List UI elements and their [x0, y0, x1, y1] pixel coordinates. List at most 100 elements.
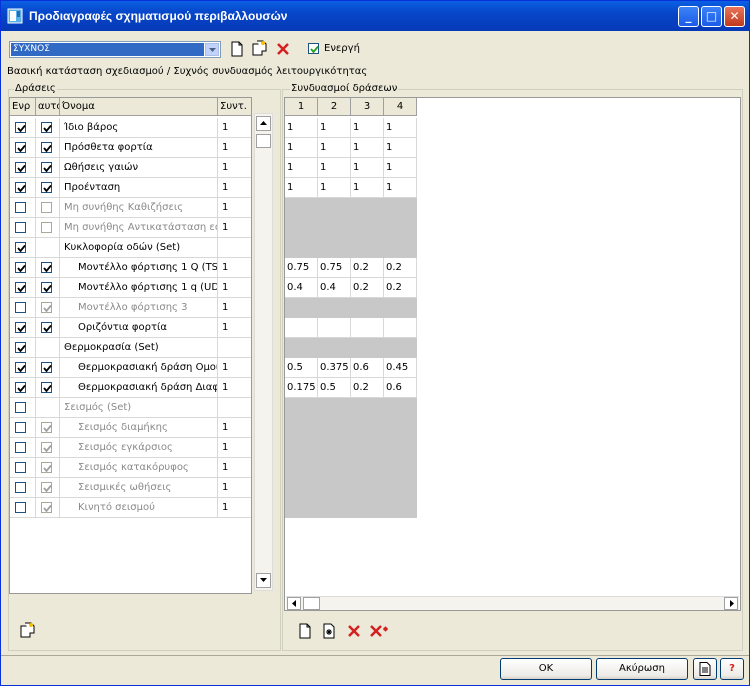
enabled-cell[interactable]: [10, 498, 36, 518]
table-row[interactable]: Σεισμός (Set): [10, 398, 251, 418]
enabled-checkbox[interactable]: [15, 222, 26, 233]
auto-cell[interactable]: [36, 418, 60, 438]
auto-cell[interactable]: [36, 278, 60, 298]
enabled-checkbox[interactable]: [15, 282, 26, 293]
add-action-icon[interactable]: [19, 622, 35, 638]
combination-factor-cell[interactable]: [318, 418, 351, 438]
enabled-checkbox[interactable]: [15, 482, 26, 493]
combination-row[interactable]: 1111: [285, 118, 417, 138]
combination-factor-cell[interactable]: 0.75: [285, 258, 318, 278]
combination-factor-cell[interactable]: 1: [351, 138, 384, 158]
combination-factor-cell[interactable]: 0.2: [351, 278, 384, 298]
horizontal-scroll-thumb[interactable]: [303, 597, 320, 610]
combination-factor-cell[interactable]: [318, 318, 351, 338]
combination-row[interactable]: [285, 418, 417, 438]
action-coefficient[interactable]: [218, 238, 251, 258]
combination-factor-cell[interactable]: [285, 458, 318, 478]
combination-factor-cell[interactable]: 1: [351, 118, 384, 138]
combo-header-4[interactable]: 4: [384, 98, 417, 116]
header-coef[interactable]: Συντ.: [218, 98, 251, 116]
combination-factor-cell[interactable]: 0.75: [318, 258, 351, 278]
enabled-cell[interactable]: [10, 198, 36, 218]
combination-factor-cell[interactable]: 1: [318, 138, 351, 158]
action-coefficient[interactable]: 1: [218, 118, 251, 138]
combination-factor-cell[interactable]: 0.6: [384, 378, 417, 398]
auto-cell[interactable]: [36, 378, 60, 398]
table-row[interactable]: Μοντέλλο φόρτισης 1 q (UDL 1: [10, 278, 251, 298]
enabled-cell[interactable]: [10, 258, 36, 278]
combination-factor-cell[interactable]: 1: [318, 158, 351, 178]
scroll-up-button[interactable]: [256, 116, 271, 131]
combination-factor-cell[interactable]: [285, 198, 318, 218]
auto-checkbox[interactable]: [41, 222, 52, 233]
table-row[interactable]: Μοντέλλο φόρτισης 1 Q (TS) 1: [10, 258, 251, 278]
table-row[interactable]: Θερμοκρασιακή δράση Διαφο 1: [10, 378, 251, 398]
auto-checkbox[interactable]: [41, 502, 52, 513]
auto-checkbox[interactable]: [41, 122, 52, 133]
new-combination-icon[interactable]: [297, 623, 313, 639]
combinations-table[interactable]: 1234 1 1 1 1 1 1 1 1 1 1 1 1 1 1 1 1 0.75 0.75 0.2 0.2 0.4 0.…: [284, 97, 741, 611]
auto-checkbox[interactable]: [41, 302, 52, 313]
combination-factor-cell[interactable]: 0.2: [384, 258, 417, 278]
enabled-cell[interactable]: [10, 118, 36, 138]
combination-factor-cell[interactable]: [384, 198, 417, 218]
table-row[interactable]: Πρόσθετα φορτία 1: [10, 138, 251, 158]
combination-factor-cell[interactable]: [285, 498, 318, 518]
table-row[interactable]: Σεισμός κατακόρυφος 1: [10, 458, 251, 478]
combination-factor-cell[interactable]: 1: [318, 118, 351, 138]
combination-factor-cell[interactable]: 1: [285, 138, 318, 158]
auto-checkbox[interactable]: [41, 202, 52, 213]
combination-factor-cell[interactable]: [351, 478, 384, 498]
combination-factor-cell[interactable]: [285, 238, 318, 258]
combination-factor-cell[interactable]: 1: [384, 118, 417, 138]
combination-factor-cell[interactable]: [351, 198, 384, 218]
auto-cell[interactable]: [36, 298, 60, 318]
combination-factor-cell[interactable]: [351, 438, 384, 458]
delete-all-combinations-icon[interactable]: [369, 623, 389, 639]
auto-checkbox[interactable]: [41, 182, 52, 193]
combination-factor-cell[interactable]: [384, 338, 417, 358]
auto-checkbox[interactable]: [41, 442, 52, 453]
combination-row[interactable]: [285, 318, 417, 338]
enabled-checkbox[interactable]: [15, 322, 26, 333]
action-coefficient[interactable]: 1: [218, 418, 251, 438]
enabled-cell[interactable]: [10, 358, 36, 378]
enabled-cell[interactable]: [10, 298, 36, 318]
action-coefficient[interactable]: 1: [218, 358, 251, 378]
combination-factor-cell[interactable]: [351, 298, 384, 318]
action-coefficient[interactable]: 1: [218, 498, 251, 518]
combination-factor-cell[interactable]: [384, 498, 417, 518]
auto-checkbox[interactable]: [41, 262, 52, 273]
combination-row[interactable]: [285, 238, 417, 258]
auto-cell[interactable]: [36, 198, 60, 218]
combination-factor-cell[interactable]: [384, 238, 417, 258]
combination-factor-cell[interactable]: [351, 458, 384, 478]
auto-cell[interactable]: [36, 358, 60, 378]
enabled-cell[interactable]: [10, 458, 36, 478]
new-document-icon[interactable]: [229, 41, 245, 57]
enabled-checkbox[interactable]: [15, 402, 26, 413]
delete-combination-icon[interactable]: [346, 623, 362, 639]
combination-row[interactable]: [285, 198, 417, 218]
combination-factor-cell[interactable]: [384, 418, 417, 438]
combination-row[interactable]: [285, 218, 417, 238]
combination-row[interactable]: 0.4 0.4 0.2 0.2: [285, 278, 417, 298]
auto-cell[interactable]: [36, 478, 60, 498]
combination-factor-cell[interactable]: [351, 318, 384, 338]
close-button[interactable]: ✕: [724, 6, 745, 27]
combination-factor-cell[interactable]: 0.4: [285, 278, 318, 298]
enabled-cell[interactable]: [10, 338, 36, 358]
combination-factor-cell[interactable]: [285, 298, 318, 318]
auto-checkbox[interactable]: [41, 382, 52, 393]
help-button[interactable]: ?: [720, 658, 744, 680]
enabled-cell[interactable]: [10, 218, 36, 238]
auto-cell[interactable]: [36, 258, 60, 278]
auto-checkbox[interactable]: [41, 142, 52, 153]
minimize-button[interactable]: _: [678, 6, 699, 27]
combination-factor-cell[interactable]: [318, 298, 351, 318]
copy-document-icon[interactable]: [251, 40, 267, 56]
combination-row[interactable]: [285, 458, 417, 478]
table-row[interactable]: Μη συνήθης Αντικατάσταση εφε 1: [10, 218, 251, 238]
combination-factor-cell[interactable]: [384, 318, 417, 338]
table-row[interactable]: Θερμοκρασιακή δράση Ομοιο 1: [10, 358, 251, 378]
